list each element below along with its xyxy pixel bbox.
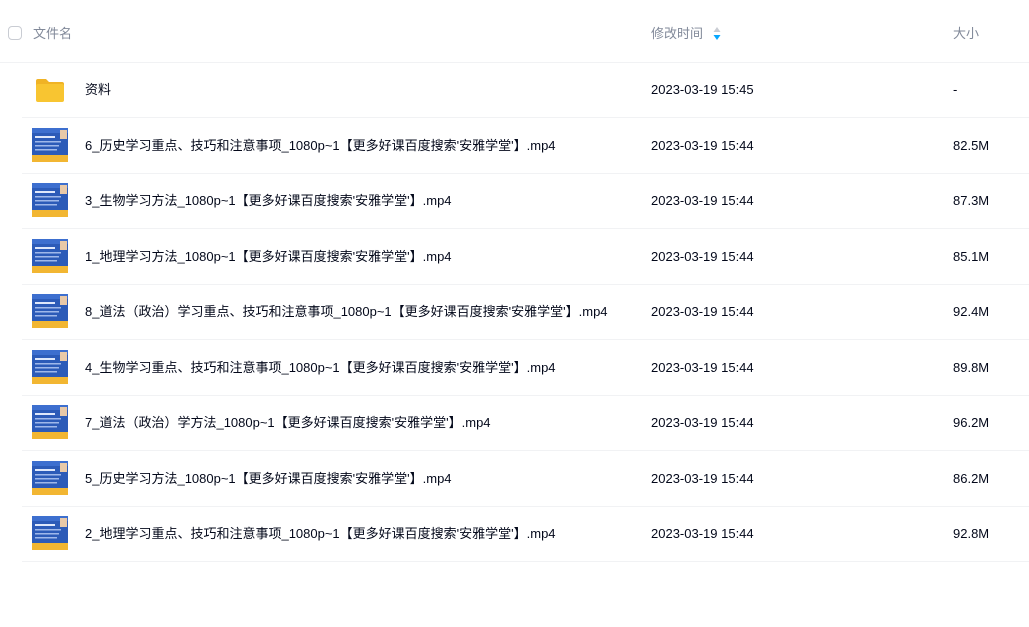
file-name[interactable]: 7_道法（政治）学方法_1080p~1【更多好课百度搜索'安雅学堂'】.mp4 <box>85 415 491 431</box>
file-name[interactable]: 6_历史学习重点、技巧和注意事项_1080p~1【更多好课百度搜索'安雅学堂'】… <box>85 138 556 154</box>
file-modified-time: 2023-03-19 15:44 <box>651 415 754 430</box>
file-modified-time: 2023-03-19 15:44 <box>651 359 754 375</box>
video-thumbnail-icon <box>32 294 68 328</box>
file-modified-time: 2023-03-19 15:44 <box>651 470 754 486</box>
file-modified-time: 2023-03-19 15:44 <box>651 137 754 153</box>
column-header-name[interactable]: 文件名 <box>33 26 72 42</box>
video-thumbnail-icon <box>32 238 68 273</box>
file-size: - <box>953 82 958 97</box>
file-row[interactable]: 2_地理学习重点、技巧和注意事项_1080p~1【更多好课百度搜索'安雅学堂'】… <box>22 506 1029 562</box>
video-thumbnail-icon <box>32 460 68 495</box>
file-modified-time: 2023-03-19 15:44 <box>651 248 754 264</box>
file-row[interactable]: 7_道法（政治）学方法_1080p~1【更多好课百度搜索'安雅学堂'】.mp4 2… <box>22 395 1029 451</box>
file-modified-time: 2023-03-19 15:44 <box>651 304 754 319</box>
sort-arrows-icon[interactable] <box>713 27 721 41</box>
file-name[interactable]: 8_道法（政治）学习重点、技巧和注意事项_1080p~1【更多好课百度搜索'安雅… <box>85 304 608 320</box>
file-row[interactable]: 8_道法（政治）学习重点、技巧和注意事项_1080p~1【更多好课百度搜索'安雅… <box>22 284 1029 340</box>
file-name[interactable]: 5_历史学习方法_1080p~1【更多好课百度搜索'安雅学堂'】.mp4 <box>85 471 452 487</box>
file-row[interactable]: 3_生物学习方法_1080p~1【更多好课百度搜索'安雅学堂'】.mp4 2023… <box>22 173 1029 229</box>
folder-icon <box>32 72 68 106</box>
file-name[interactable]: 2_地理学习重点、技巧和注意事项_1080p~1【更多好课百度搜索'安雅学堂'】… <box>85 526 556 542</box>
file-modified-time: 2023-03-19 15:45 <box>651 82 754 97</box>
file-size: 96.2M <box>953 415 990 430</box>
video-thumbnail-icon <box>32 405 68 439</box>
file-list-header: 文件名 修改时间 大小 <box>0 0 1029 63</box>
file-row[interactable]: 1_地理学习方法_1080p~1【更多好课百度搜索'安雅学堂'】.mp4 2023… <box>22 229 1029 285</box>
file-size: 86.2M <box>953 470 990 486</box>
file-row[interactable]: 5_历史学习方法_1080p~1【更多好课百度搜索'安雅学堂'】.mp4 2023… <box>22 451 1029 507</box>
file-name[interactable]: 1_地理学习方法_1080p~1【更多好课百度搜索'安雅学堂'】.mp4 <box>85 249 452 265</box>
file-modified-time: 2023-03-19 15:44 <box>651 193 754 208</box>
file-name[interactable]: 资料 <box>85 82 111 98</box>
file-size: 82.5M <box>953 137 990 153</box>
folder-row[interactable]: 资料 2023-03-19 15:45 - <box>22 62 1029 118</box>
file-name[interactable]: 3_生物学习方法_1080p~1【更多好课百度搜索'安雅学堂'】.mp4 <box>85 193 452 209</box>
file-modified-time: 2023-03-19 15:44 <box>651 526 754 541</box>
file-row[interactable]: 6_历史学习重点、技巧和注意事项_1080p~1【更多好课百度搜索'安雅学堂'】… <box>22 118 1029 174</box>
file-size: 92.8M <box>953 526 990 541</box>
file-size: 92.4M <box>953 304 990 319</box>
select-all-checkbox[interactable] <box>8 26 22 40</box>
file-size: 85.1M <box>953 248 990 264</box>
video-thumbnail-icon <box>32 183 68 217</box>
file-name[interactable]: 4_生物学习重点、技巧和注意事项_1080p~1【更多好课百度搜索'安雅学堂'】… <box>85 360 556 376</box>
video-thumbnail-icon <box>32 127 68 162</box>
video-thumbnail-icon <box>32 349 68 384</box>
file-size: 89.8M <box>953 359 990 375</box>
file-row[interactable]: 4_生物学习重点、技巧和注意事项_1080p~1【更多好课百度搜索'安雅学堂'】… <box>22 340 1029 396</box>
column-header-size[interactable]: 大小 <box>953 26 979 42</box>
column-header-modified-time[interactable]: 修改时间 <box>651 26 703 42</box>
file-size: 87.3M <box>953 193 990 208</box>
video-thumbnail-icon <box>32 516 68 550</box>
